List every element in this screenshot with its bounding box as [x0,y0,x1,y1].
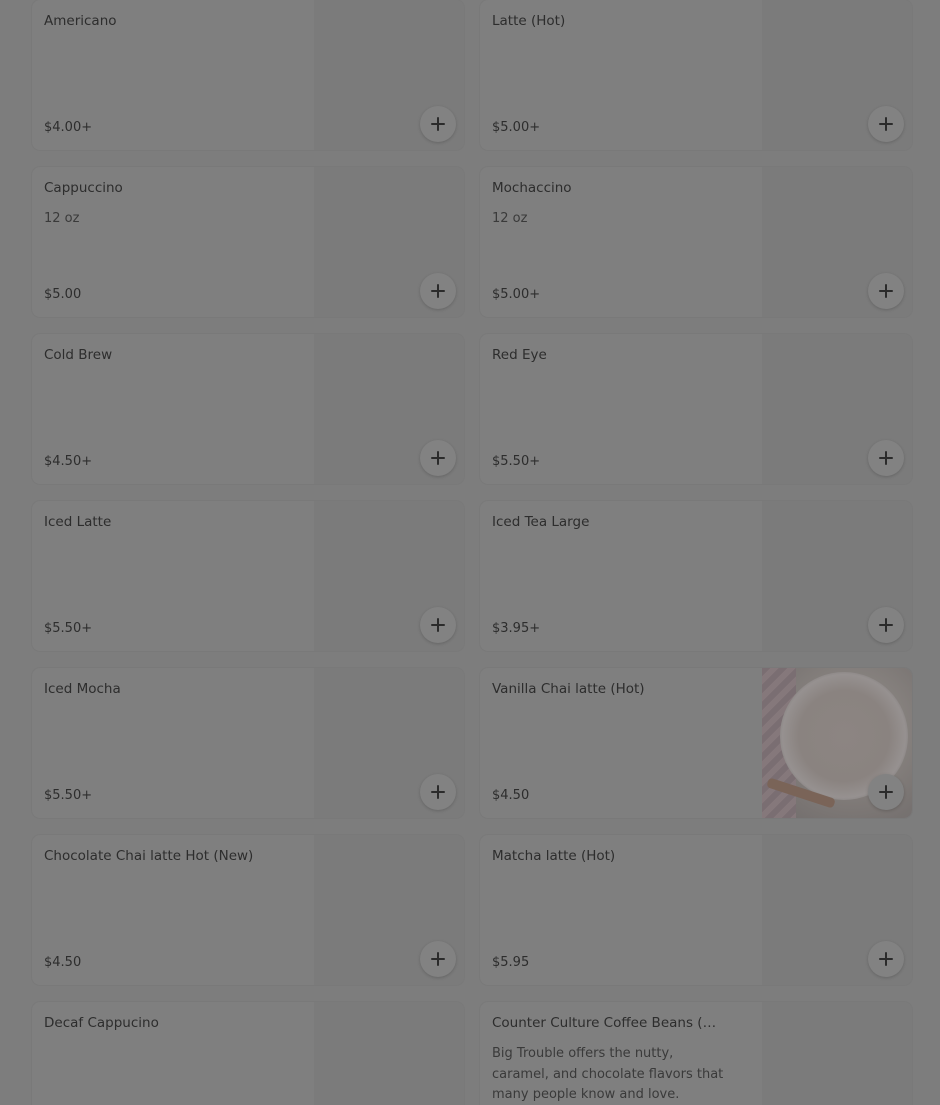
plus-icon [879,117,893,131]
item-name: Americano [44,13,117,29]
add-to-cart-button[interactable] [420,941,456,977]
menu-item-card[interactable]: Mochaccino 12 oz $5.00+ [480,167,912,317]
add-to-cart-button[interactable] [420,774,456,810]
plus-icon [879,451,893,465]
item-price: $5.50+ [492,454,541,469]
add-to-cart-button[interactable] [868,273,904,309]
item-price: $4.00+ [44,120,93,135]
item-price: $5.50+ [44,788,93,803]
item-price: $5.00+ [492,120,541,135]
add-to-cart-button[interactable] [868,941,904,977]
item-price: $4.50 [44,955,82,970]
menu-item-card[interactable]: Decaf Cappucino [32,1002,464,1105]
item-name: Cold Brew [44,347,113,363]
item-image-placeholder [762,1002,912,1105]
item-description: Big Trouble offers the nutty, caramel, a… [492,1046,724,1102]
menu-item-card[interactable]: Matcha latte (Hot) $5.95 [480,835,912,985]
menu-item-card[interactable]: Iced Latte $5.50+ [32,501,464,651]
item-name: Mochaccino [492,180,572,196]
plus-icon [431,284,445,298]
plus-icon [431,117,445,131]
menu-item-card[interactable]: Chocolate Chai latte Hot (New) $4.50 [32,835,464,985]
item-price: $5.50+ [44,621,93,636]
item-price: $5.00 [44,287,82,302]
menu-item-card[interactable]: Cappuccino 12 oz $5.00 [32,167,464,317]
item-name: Red Eye [492,347,547,363]
menu-item-card[interactable]: Cold Brew $4.50+ [32,334,464,484]
item-description: 12 oz [492,211,528,226]
item-name: Iced Latte [44,514,112,530]
item-name: Iced Mocha [44,681,121,697]
item-name: Cappuccino [44,180,123,196]
plus-icon [431,451,445,465]
plus-icon [431,952,445,966]
plus-icon [431,785,445,799]
plus-icon [879,284,893,298]
plus-icon [879,952,893,966]
menu-grid: Americano $4.00+ Latte (Hot) $5.00+ Capp… [0,0,940,1105]
item-image-placeholder [314,1002,464,1105]
item-price: $5.95 [492,955,530,970]
item-name: Vanilla Chai latte (Hot) [492,681,645,697]
item-name: Matcha latte (Hot) [492,848,616,864]
plus-icon [879,785,893,799]
add-to-cart-button[interactable] [420,273,456,309]
item-name: Chocolate Chai latte Hot (New) [44,848,254,864]
plus-icon [431,618,445,632]
add-to-cart-button[interactable] [420,106,456,142]
menu-item-card[interactable]: Red Eye $5.50+ [480,334,912,484]
add-to-cart-button[interactable] [420,440,456,476]
item-name: Iced Tea Large [492,514,590,530]
menu-item-card[interactable]: Iced Mocha $5.50+ [32,668,464,818]
menu-item-card[interactable]: Vanilla Chai latte (Hot) $4.50 [480,668,912,818]
item-price: $5.00+ [492,287,541,302]
menu-item-card[interactable]: Counter Culture Coffee Beans (Bl... Big … [480,1002,912,1105]
add-to-cart-button[interactable] [868,440,904,476]
item-price: $4.50 [492,788,530,803]
add-to-cart-button[interactable] [868,607,904,643]
menu-item-card[interactable]: Americano $4.00+ [32,0,464,150]
menu-item-card[interactable]: Latte (Hot) $5.00+ [480,0,912,150]
item-price: $3.95+ [492,621,541,636]
plus-icon [879,618,893,632]
item-name: Counter Culture Coffee Beans (Bl... [492,1015,724,1031]
item-description: 12 oz [44,211,80,226]
item-price: $4.50+ [44,454,93,469]
item-name: Latte (Hot) [492,13,566,29]
item-name: Decaf Cappucino [44,1015,159,1031]
menu-item-card[interactable]: Iced Tea Large $3.95+ [480,501,912,651]
add-to-cart-button[interactable] [868,106,904,142]
add-to-cart-button[interactable] [420,607,456,643]
add-to-cart-button[interactable] [868,774,904,810]
